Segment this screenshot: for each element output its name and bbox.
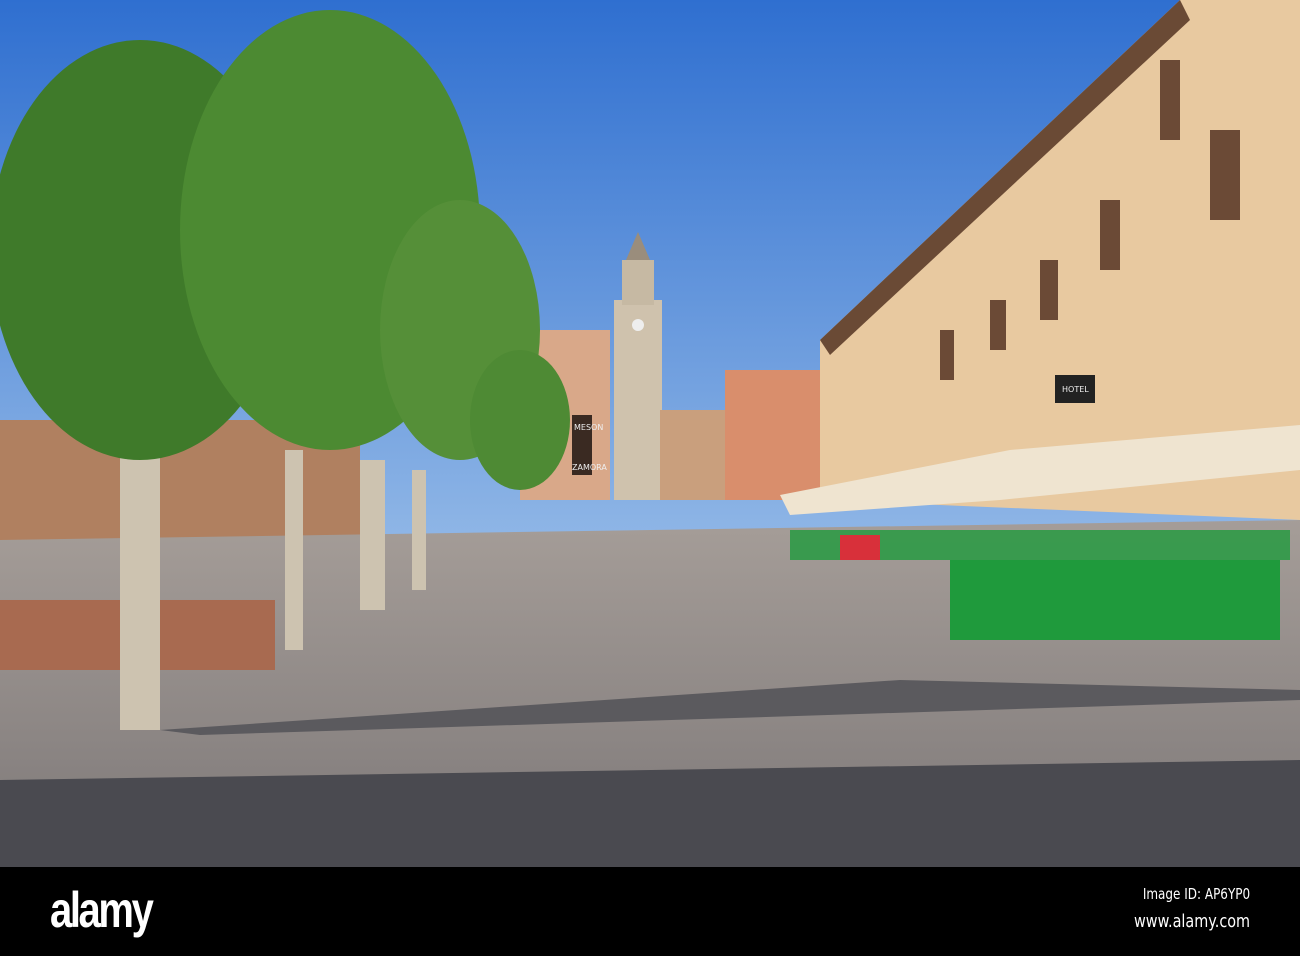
image-id: Image ID: AP6YP0 <box>1142 885 1250 903</box>
hotel-sign-text: HOTEL <box>1062 385 1089 394</box>
zamora-sign-text: ZAMORA <box>572 463 607 472</box>
street-scene-photo: HOTEL MESON ZAMORA <box>0 0 1300 867</box>
alamy-logo: alamy <box>50 882 154 938</box>
stock-photo: HOTEL MESON ZAMORA alamy Image ID: AP6YP… <box>0 0 1300 956</box>
building <box>660 410 730 500</box>
alamy-url: www.alamy.com <box>1133 911 1250 932</box>
building <box>725 370 825 500</box>
watermark-bar: alamy Image ID: AP6YP0 www.alamy.com <box>0 867 1300 956</box>
meson-sign-text: MESON <box>574 423 603 432</box>
